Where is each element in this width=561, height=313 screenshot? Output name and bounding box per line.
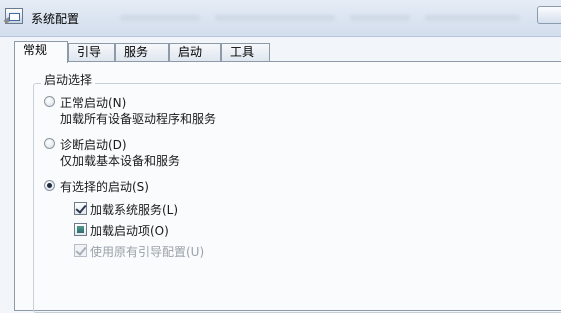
tab-startup[interactable]: 启动 (169, 43, 221, 62)
diagnostic-startup-label[interactable]: 诊断启动(D) (60, 136, 127, 153)
normal-startup-description: 加载所有设备驱动程序和服务 (60, 112, 217, 126)
use-original-boot-config-checkbox (74, 244, 87, 257)
load-system-services-checkbox[interactable] (74, 202, 87, 215)
tab-tools[interactable]: 工具 (221, 43, 270, 62)
blurred-background-text (425, 15, 520, 21)
tab-strip: 常规 引导 服务 启动 工具 (14, 41, 554, 63)
group-title: 启动选择 (41, 71, 96, 88)
load-startup-items-label[interactable]: 加载启动项(O) (90, 222, 169, 239)
tab-boot[interactable]: 引导 (68, 43, 115, 62)
normal-startup-radio[interactable] (44, 96, 55, 107)
diagnostic-startup-description: 仅加载基本设备和服务 (60, 154, 181, 168)
normal-startup-label[interactable]: 正常启动(N) (60, 94, 126, 111)
selective-startup-label[interactable]: 有选择的启动(S) (60, 178, 149, 195)
window-title: 系统配置 (31, 12, 80, 26)
title-bar: 系统配置 (0, 0, 561, 37)
load-startup-items-checkbox[interactable] (74, 223, 87, 236)
system-config-icon (5, 8, 23, 24)
use-original-boot-config-label: 使用原有引导配置(U) (90, 245, 205, 259)
blurred-background-text (215, 15, 335, 21)
load-system-services-label[interactable]: 加载系统服务(L) (90, 201, 178, 218)
blurred-background-text (120, 15, 200, 21)
selective-startup-radio[interactable] (44, 180, 55, 191)
diagnostic-startup-radio[interactable] (44, 138, 55, 149)
close-button[interactable] (537, 6, 561, 24)
blurred-background-text (350, 15, 410, 21)
tab-general[interactable]: 常规 (14, 41, 68, 63)
tab-services[interactable]: 服务 (115, 43, 169, 62)
